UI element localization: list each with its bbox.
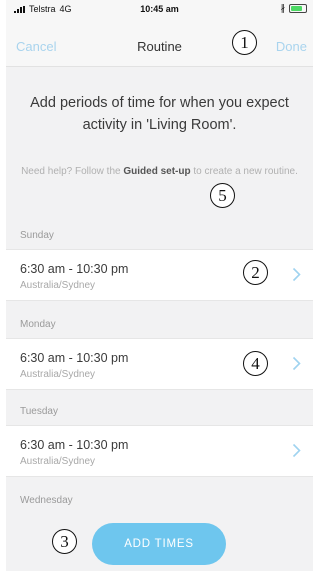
chevron-right-icon xyxy=(292,356,301,371)
status-bar: Telstra 4G 10:45 am ∦ xyxy=(6,0,313,18)
done-button[interactable]: Done xyxy=(276,39,307,54)
row-time: 6:30 am - 10:30 pm xyxy=(20,351,129,365)
add-times-button[interactable]: ADD TIMES xyxy=(92,523,226,565)
annotation-marker-1: 1 xyxy=(232,30,257,55)
day-label-wednesday: Wednesday xyxy=(20,495,73,506)
annotation-marker-4: 4 xyxy=(243,351,268,376)
routine-screen: Telstra 4G 10:45 am ∦ Cancel Routine Don… xyxy=(6,0,313,571)
row-time: 6:30 am - 10:30 pm xyxy=(20,262,129,276)
annotation-marker-3: 3 xyxy=(52,529,77,554)
page-title: Routine xyxy=(137,39,182,54)
day-label-monday: Monday xyxy=(20,319,56,330)
day-label-sunday: Sunday xyxy=(20,230,54,241)
annotation-marker-5: 5 xyxy=(210,183,235,208)
chevron-right-icon xyxy=(292,443,301,458)
help-suffix: to create a new routine. xyxy=(190,166,298,177)
help-prefix: Need help? Follow the xyxy=(21,166,124,177)
chevron-right-icon xyxy=(292,267,301,282)
row-timezone: Australia/Sydney xyxy=(20,280,96,291)
guided-setup-link[interactable]: Guided set-up xyxy=(123,166,190,177)
bluetooth-icon: ∦ xyxy=(280,3,286,13)
row-time: 6:30 am - 10:30 pm xyxy=(20,438,129,452)
routine-row-tuesday[interactable]: 6:30 am - 10:30 pm Australia/Sydney xyxy=(6,425,313,477)
day-label-tuesday: Tuesday xyxy=(20,406,58,417)
battery-icon xyxy=(289,4,307,13)
help-text: Need help? Follow the Guided set-up to c… xyxy=(18,162,301,182)
row-timezone: Australia/Sydney xyxy=(20,456,96,467)
annotation-marker-2: 2 xyxy=(243,260,268,285)
status-right: ∦ xyxy=(280,3,307,14)
nav-bar: Cancel Routine Done xyxy=(6,18,313,67)
intro-text: Add periods of time for when you expect … xyxy=(30,95,289,133)
status-time: 10:45 am xyxy=(140,4,179,14)
row-timezone: Australia/Sydney xyxy=(20,369,96,380)
